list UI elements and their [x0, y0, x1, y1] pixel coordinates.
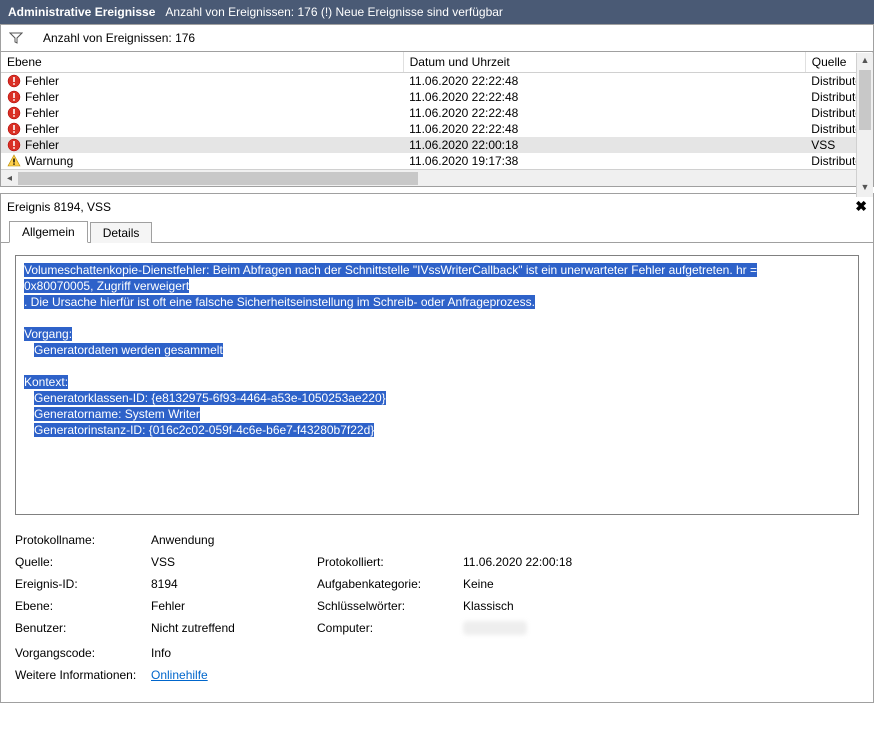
title-subtext: Anzahl von Ereignissen: 176 (!) Neue Ere…: [165, 5, 503, 19]
lab-user: Benutzer:: [15, 621, 145, 638]
tab-details[interactable]: Details: [90, 222, 153, 243]
val-computer: [463, 621, 859, 638]
tab-general[interactable]: Allgemein: [9, 221, 88, 243]
event-grid: Ebene Datum und Uhrzeit Quelle Fehler11.…: [0, 52, 874, 187]
lab-logged: Protokolliert:: [317, 555, 457, 569]
title-text: Administrative Ereignisse: [8, 5, 155, 19]
val-level: Fehler: [151, 599, 311, 613]
row-datetime: 11.06.2020 22:22:48: [403, 105, 805, 121]
scroll-up-icon[interactable]: ▲: [857, 53, 873, 70]
table-row[interactable]: Fehler11.06.2020 22:00:18VSS: [1, 137, 873, 153]
lab-log: Protokollname:: [15, 533, 145, 547]
row-datetime: 11.06.2020 22:00:18: [403, 137, 805, 153]
grid-vscroll[interactable]: ▲ ▼: [856, 53, 873, 197]
grid-hscroll[interactable]: ◂ ▸: [1, 169, 873, 186]
detail-title: Ereignis 8194, VSS: [7, 200, 111, 214]
val-source: VSS: [151, 555, 311, 569]
row-datetime: 11.06.2020 22:22:48: [403, 73, 805, 90]
titlebar: Administrative Ereignisse Anzahl von Ere…: [0, 0, 874, 24]
error-icon: [7, 106, 21, 120]
lab-taskcat: Aufgabenkategorie:: [317, 577, 457, 591]
lab-keywords: Schlüsselwörter:: [317, 599, 457, 613]
error-icon: [7, 90, 21, 104]
scroll-left-icon[interactable]: ◂: [1, 173, 18, 184]
lab-level: Ebene:: [15, 599, 145, 613]
row-level: Warnung: [25, 154, 73, 168]
lab-source: Quelle:: [15, 555, 145, 569]
funnel-icon[interactable]: [9, 32, 23, 44]
row-level: Fehler: [25, 74, 59, 88]
tabstrip: Allgemein Details: [1, 219, 873, 243]
row-datetime: 11.06.2020 22:22:48: [403, 89, 805, 105]
error-icon: [7, 74, 21, 88]
lab-eventid: Ereignis-ID:: [15, 577, 145, 591]
row-level: Fehler: [25, 90, 59, 104]
filter-bar: Anzahl von Ereignissen: 176: [0, 24, 874, 52]
row-level: Fehler: [25, 122, 59, 136]
close-icon[interactable]: ✖: [855, 198, 867, 215]
lab-computer: Computer:: [317, 621, 457, 638]
col-datetime[interactable]: Datum und Uhrzeit: [403, 52, 805, 73]
redacted-computer: [463, 621, 527, 635]
val-opcode: Info: [151, 646, 859, 660]
table-row[interactable]: Warnung11.06.2020 19:17:38Distributed: [1, 153, 873, 169]
val-user: Nicht zutreffend: [151, 621, 311, 638]
val-eventid: 8194: [151, 577, 311, 591]
filter-count-text: Anzahl von Ereignissen: 176: [43, 31, 195, 45]
table-row[interactable]: Fehler11.06.2020 22:22:48Distributed: [1, 121, 873, 137]
lab-opcode: Vorgangscode:: [15, 646, 145, 660]
val-taskcat: Keine: [463, 577, 859, 591]
val-logged: 11.06.2020 22:00:18: [463, 555, 859, 569]
event-metadata: Protokollname: Anwendung Quelle: VSS Pro…: [15, 533, 859, 682]
detail-pane: Ereignis 8194, VSS ✖ Allgemein Details V…: [0, 193, 874, 703]
lab-moreinfo: Weitere Informationen:: [15, 668, 145, 682]
row-datetime: 11.06.2020 22:22:48: [403, 121, 805, 137]
row-level: Fehler: [25, 106, 59, 120]
error-icon: [7, 122, 21, 136]
table-row[interactable]: Fehler11.06.2020 22:22:48Distributed: [1, 89, 873, 105]
scroll-down-icon[interactable]: ▼: [857, 180, 873, 197]
vscroll-thumb[interactable]: [859, 70, 871, 130]
event-message[interactable]: Volumeschattenkopie-Dienstfehler: Beim A…: [15, 255, 859, 515]
table-row[interactable]: Fehler11.06.2020 22:22:48Distributed: [1, 105, 873, 121]
col-level[interactable]: Ebene: [1, 52, 403, 73]
online-help-link[interactable]: Onlinehilfe: [151, 668, 208, 682]
val-keywords: Klassisch: [463, 599, 859, 613]
val-log: Anwendung: [151, 533, 859, 547]
row-level: Fehler: [25, 138, 59, 152]
table-row[interactable]: Fehler11.06.2020 22:22:48Distributed: [1, 73, 873, 90]
hscroll-thumb[interactable]: [18, 172, 418, 185]
row-datetime: 11.06.2020 19:17:38: [403, 153, 805, 169]
error-icon: [7, 138, 21, 152]
warning-icon: [7, 154, 21, 168]
